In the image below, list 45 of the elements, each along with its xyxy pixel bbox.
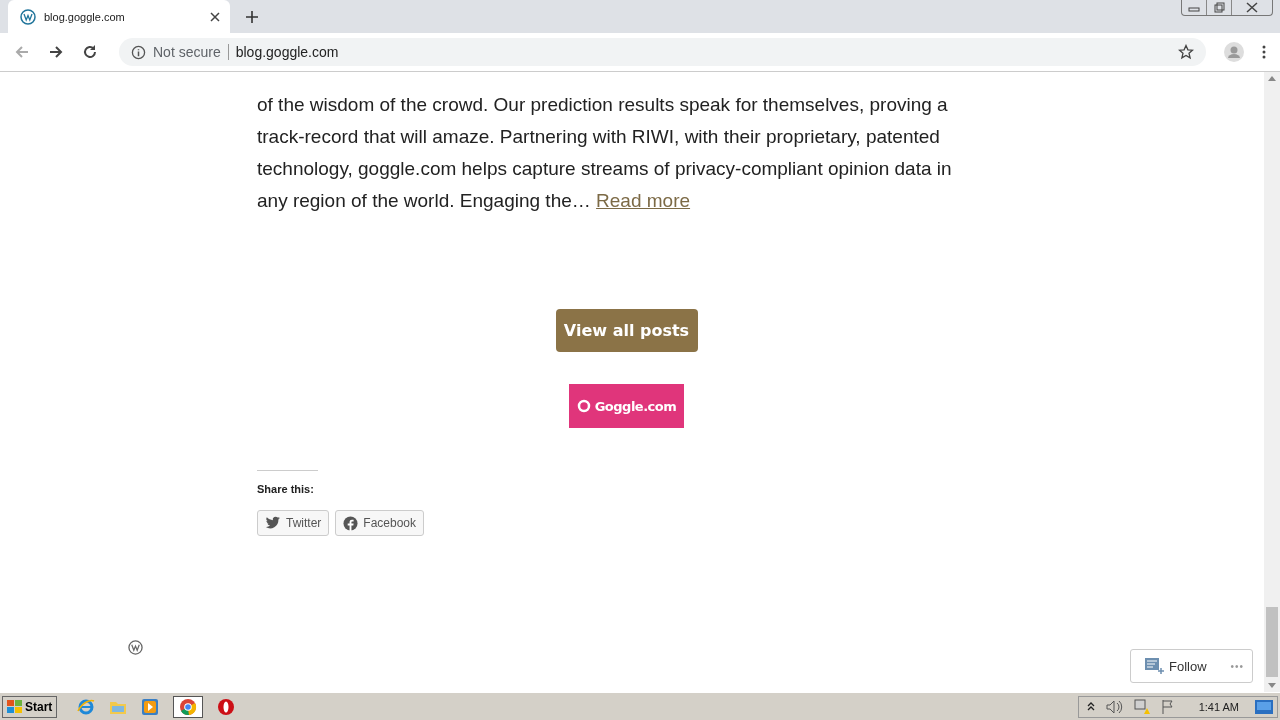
star-icon[interactable]	[1178, 44, 1194, 60]
avatar-icon[interactable]	[1224, 42, 1244, 62]
back-icon[interactable]	[14, 44, 30, 60]
close-icon[interactable]	[210, 11, 220, 22]
windows-logo-icon	[7, 699, 23, 714]
chrome-taskbar-button[interactable]	[173, 695, 204, 718]
clock[interactable]: 1:41 AM	[1198, 700, 1239, 713]
new-tab-icon[interactable]	[246, 11, 258, 23]
browser-tab[interactable]: blog.goggle.com	[8, 0, 230, 33]
opera-icon[interactable]	[217, 697, 236, 716]
share-heading: Share this:	[257, 483, 315, 495]
show-desktop-icon[interactable]	[1255, 699, 1273, 714]
bird-icon	[265, 516, 281, 530]
reload-icon[interactable]	[82, 44, 98, 60]
chrome-icon	[179, 697, 198, 716]
follow-icon	[1145, 657, 1165, 675]
security-label: Not secure	[153, 44, 221, 60]
facebook-icon	[343, 515, 359, 531]
tab-title: blog.goggle.com	[44, 10, 126, 23]
start-button[interactable]: Start	[2, 695, 58, 718]
info-icon	[131, 44, 146, 60]
view-all-posts-button[interactable]: View all posts	[555, 309, 698, 352]
wordpress-icon	[20, 8, 36, 25]
scroll-down-icon[interactable]	[1268, 683, 1276, 688]
scroll-up-icon[interactable]	[1268, 76, 1276, 81]
follow-button[interactable]: Follow	[1145, 657, 1231, 675]
scrollbar-thumb[interactable]	[1266, 607, 1278, 677]
site-logo[interactable]: Goggle.com	[569, 384, 684, 428]
logo-ring-icon	[576, 399, 591, 413]
menu-icon[interactable]	[1262, 44, 1266, 60]
read-more-link[interactable]: Read more	[596, 190, 691, 211]
forward-icon[interactable]	[48, 44, 64, 60]
internet-explorer-icon[interactable]	[77, 697, 96, 716]
media-player-icon[interactable]	[141, 697, 160, 716]
share-button[interactable]: Facebook	[335, 510, 425, 536]
chevron-up-icon[interactable]	[1086, 701, 1095, 712]
scrollbar[interactable]	[1264, 72, 1280, 692]
wordpress-icon[interactable]	[128, 640, 143, 655]
post-excerpt: of the wisdom of the crowd. Our prediction results speak for themselves, proving a track-record that will amaze. Partnering with RIWI, with their proprietary, patented technology, goggle.com helps capture streams of privacy-compliant opinion data in any region of the world. Engaging the… Read more	[257, 93, 953, 213]
address-bar[interactable]: Not secure blog.goggle.com	[119, 38, 1206, 66]
logo-text: Goggle.com	[594, 398, 677, 414]
flag-icon[interactable]	[1160, 699, 1175, 714]
speaker-icon[interactable]	[1104, 699, 1123, 714]
url-text: blog.goggle.com	[235, 44, 339, 60]
share-button[interactable]: Twitter	[257, 510, 330, 536]
